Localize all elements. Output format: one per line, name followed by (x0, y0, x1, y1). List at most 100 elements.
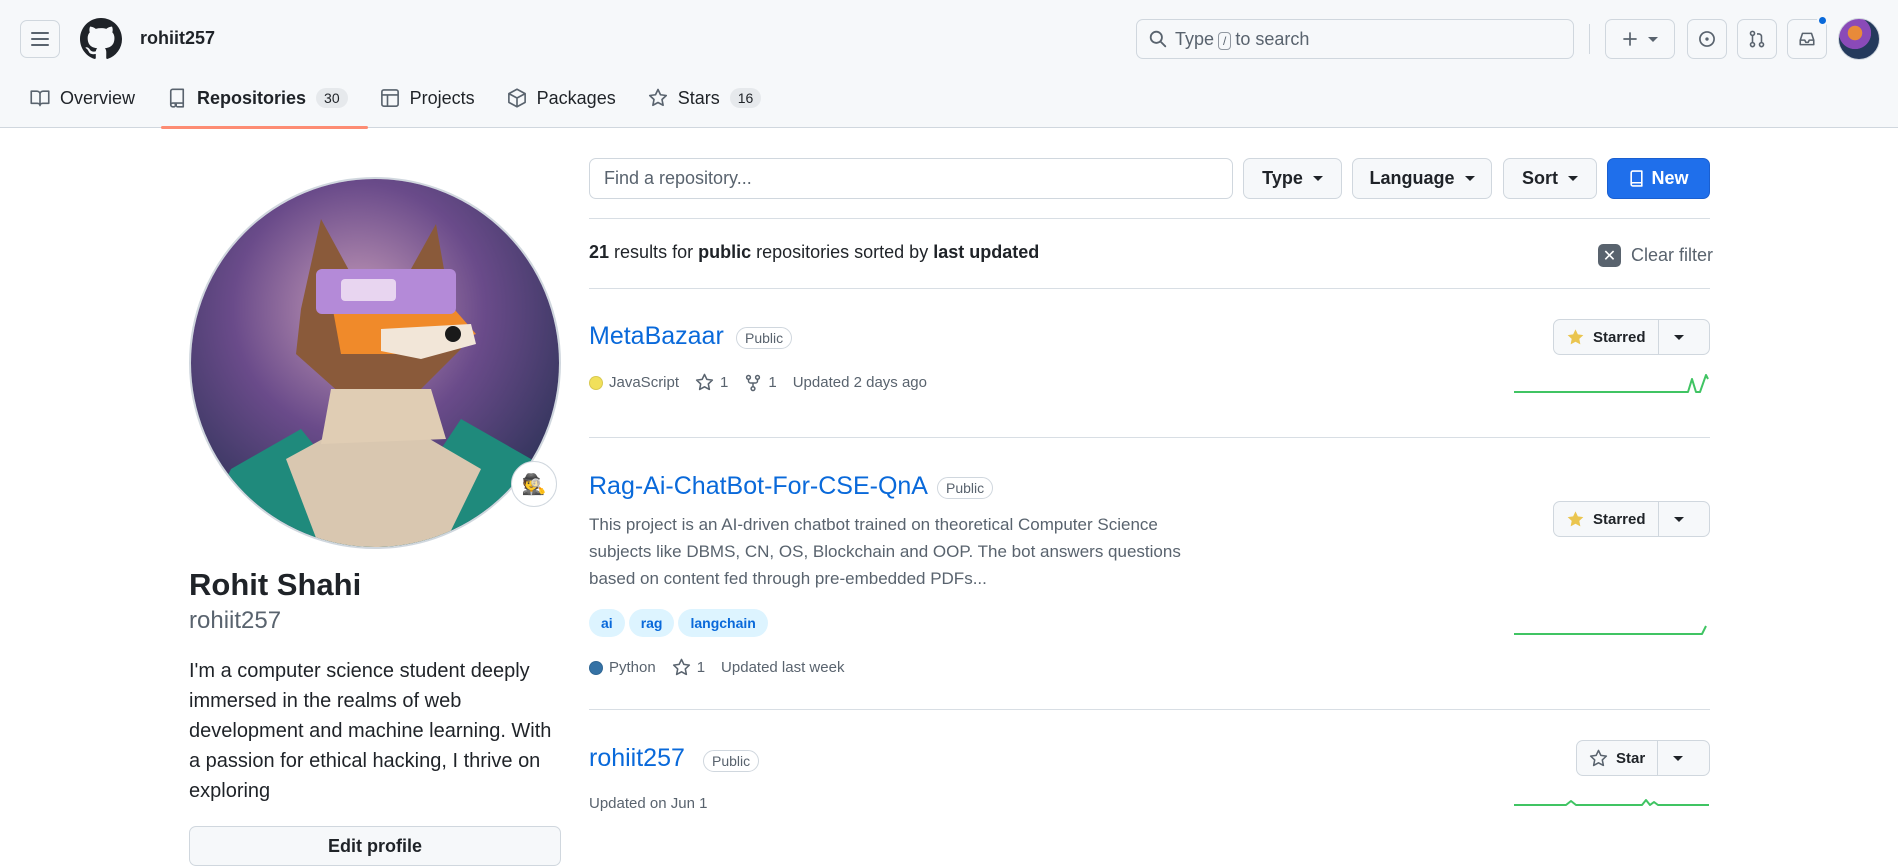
star-fill-icon (1567, 510, 1584, 526)
inbox-icon (1799, 32, 1815, 46)
new-button-label: New (1651, 168, 1689, 188)
chevron-down-icon (1673, 516, 1684, 522)
star-icon (1589, 749, 1608, 766)
hamburger-icon (31, 32, 49, 46)
header-divider (1589, 24, 1590, 54)
tab-overview[interactable]: Overview (28, 82, 151, 128)
tab-repositories[interactable]: Repositories 30 (161, 82, 368, 129)
chevron-down-icon (1648, 36, 1658, 42)
profile-avatar[interactable] (189, 177, 561, 549)
tab-projects[interactable]: Projects (378, 82, 491, 128)
create-new-button[interactable] (1605, 19, 1675, 59)
table-icon (380, 89, 399, 107)
tab-label: Stars (677, 87, 720, 108)
star-icon (672, 658, 690, 676)
visibility-badge: Public (736, 327, 793, 349)
menu-button[interactable] (20, 20, 60, 58)
repo-name-link[interactable]: Rag-Ai-ChatBot-For-CSE-QnA (589, 472, 928, 501)
stars-count-badge: 16 (729, 88, 762, 108)
clear-filter-button[interactable]: ✕ Clear filter (1598, 244, 1713, 267)
language-label: JavaScript (609, 374, 680, 391)
repo-icon (169, 88, 185, 108)
repo-stars-link[interactable]: 1 (672, 658, 705, 677)
language-filter-dropdown[interactable]: Language (1352, 158, 1492, 199)
chevron-down-icon (1673, 755, 1684, 761)
repo-description: This project is an AI-driven chatbot tra… (589, 515, 1181, 588)
repo-meta: Python 1 Updated last week (589, 658, 860, 677)
github-logo-icon[interactable] (80, 18, 122, 60)
language-label: Python (609, 659, 656, 676)
topic-tag[interactable]: langchain (678, 609, 768, 637)
divider (589, 709, 1710, 710)
tab-packages[interactable]: Packages (505, 82, 632, 128)
results-summary: 21 results for public repositories sorte… (589, 242, 1039, 263)
clear-filter-label: Clear filter (1631, 245, 1714, 265)
chevron-down-icon (1568, 176, 1578, 181)
sort-label: Sort (1522, 168, 1558, 188)
language-filter-label: Language (1369, 168, 1455, 188)
repositories-count-badge: 30 (316, 88, 348, 108)
close-icon: ✕ (1598, 244, 1621, 267)
stars-count: 1 (720, 374, 729, 391)
star-icon (648, 88, 667, 107)
tab-label: Projects (409, 87, 475, 108)
unstar-button[interactable]: Starred (1554, 320, 1659, 354)
language-color-dot (589, 660, 603, 675)
search-shortcut-key: / (1218, 31, 1232, 50)
activity-sparkline (1514, 625, 1707, 635)
repo-icon (1630, 170, 1644, 187)
divider (589, 218, 1710, 219)
topic-tag[interactable]: rag (628, 609, 675, 637)
search-icon (1149, 30, 1167, 48)
book-icon (30, 90, 50, 107)
activity-sparkline (1514, 799, 1709, 806)
plus-icon (1623, 32, 1637, 46)
issues-button[interactable] (1687, 19, 1727, 59)
repo-meta: JavaScript 1 1 Updated 2 days ago (589, 373, 943, 392)
stars-count: 1 (696, 659, 706, 676)
visibility-badge: Public (937, 477, 994, 499)
activity-sparkline (1514, 374, 1709, 393)
new-repository-button[interactable]: New (1607, 158, 1710, 199)
type-filter-dropdown[interactable]: Type (1243, 158, 1342, 199)
starred-label: Starred (1593, 328, 1646, 346)
pull-requests-button[interactable] (1737, 19, 1777, 59)
repo-meta: Updated on Jun 1 (589, 795, 723, 812)
package-icon (507, 88, 526, 108)
search-input[interactable]: Type / to search (1136, 19, 1574, 59)
find-repository-input[interactable] (589, 158, 1233, 199)
status-emoji-button[interactable]: 🕵️ (511, 461, 557, 507)
tab-stars[interactable]: Stars 16 (646, 82, 778, 128)
repo-name-link[interactable]: MetaBazaar (589, 322, 724, 351)
repo-stars-link[interactable]: 1 (695, 373, 728, 392)
star-icon (695, 373, 714, 391)
repo-language: JavaScript (589, 374, 679, 391)
results-sort: last updated (933, 242, 1040, 262)
forks-count: 1 (768, 374, 777, 391)
user-avatar-menu[interactable] (1838, 18, 1880, 60)
repo-forks-link[interactable]: 1 (744, 374, 777, 392)
star-list-dropdown[interactable] (1659, 502, 1699, 536)
topic-tag[interactable]: ai (589, 609, 625, 637)
updated-time: Updated 2 days ago (792, 374, 927, 391)
star-button[interactable]: Star (1577, 741, 1659, 775)
results-visibility: public (698, 242, 752, 262)
repo-topics: ai rag langchain (589, 609, 768, 637)
starred-label: Starred (1593, 510, 1646, 528)
star-fill-icon (1567, 328, 1584, 344)
repo-language: Python (589, 659, 656, 676)
edit-profile-button[interactable]: Edit profile (189, 826, 561, 866)
star-button-group: Starred (1553, 501, 1710, 537)
visibility-badge: Public (703, 750, 760, 772)
star-button-group: Starred (1553, 319, 1710, 355)
unstar-button[interactable]: Starred (1554, 502, 1659, 536)
repo-name-link[interactable]: rohiit257 (589, 744, 685, 773)
star-list-dropdown[interactable] (1658, 741, 1698, 775)
avatar-image (191, 179, 559, 547)
updated-time: Updated last week (721, 659, 845, 676)
star-list-dropdown[interactable] (1659, 320, 1699, 354)
header-username[interactable]: rohiit257 (140, 28, 215, 49)
tab-label: Packages (536, 87, 616, 108)
sort-dropdown[interactable]: Sort (1503, 158, 1597, 199)
status-emoji: 🕵️ (521, 473, 547, 496)
